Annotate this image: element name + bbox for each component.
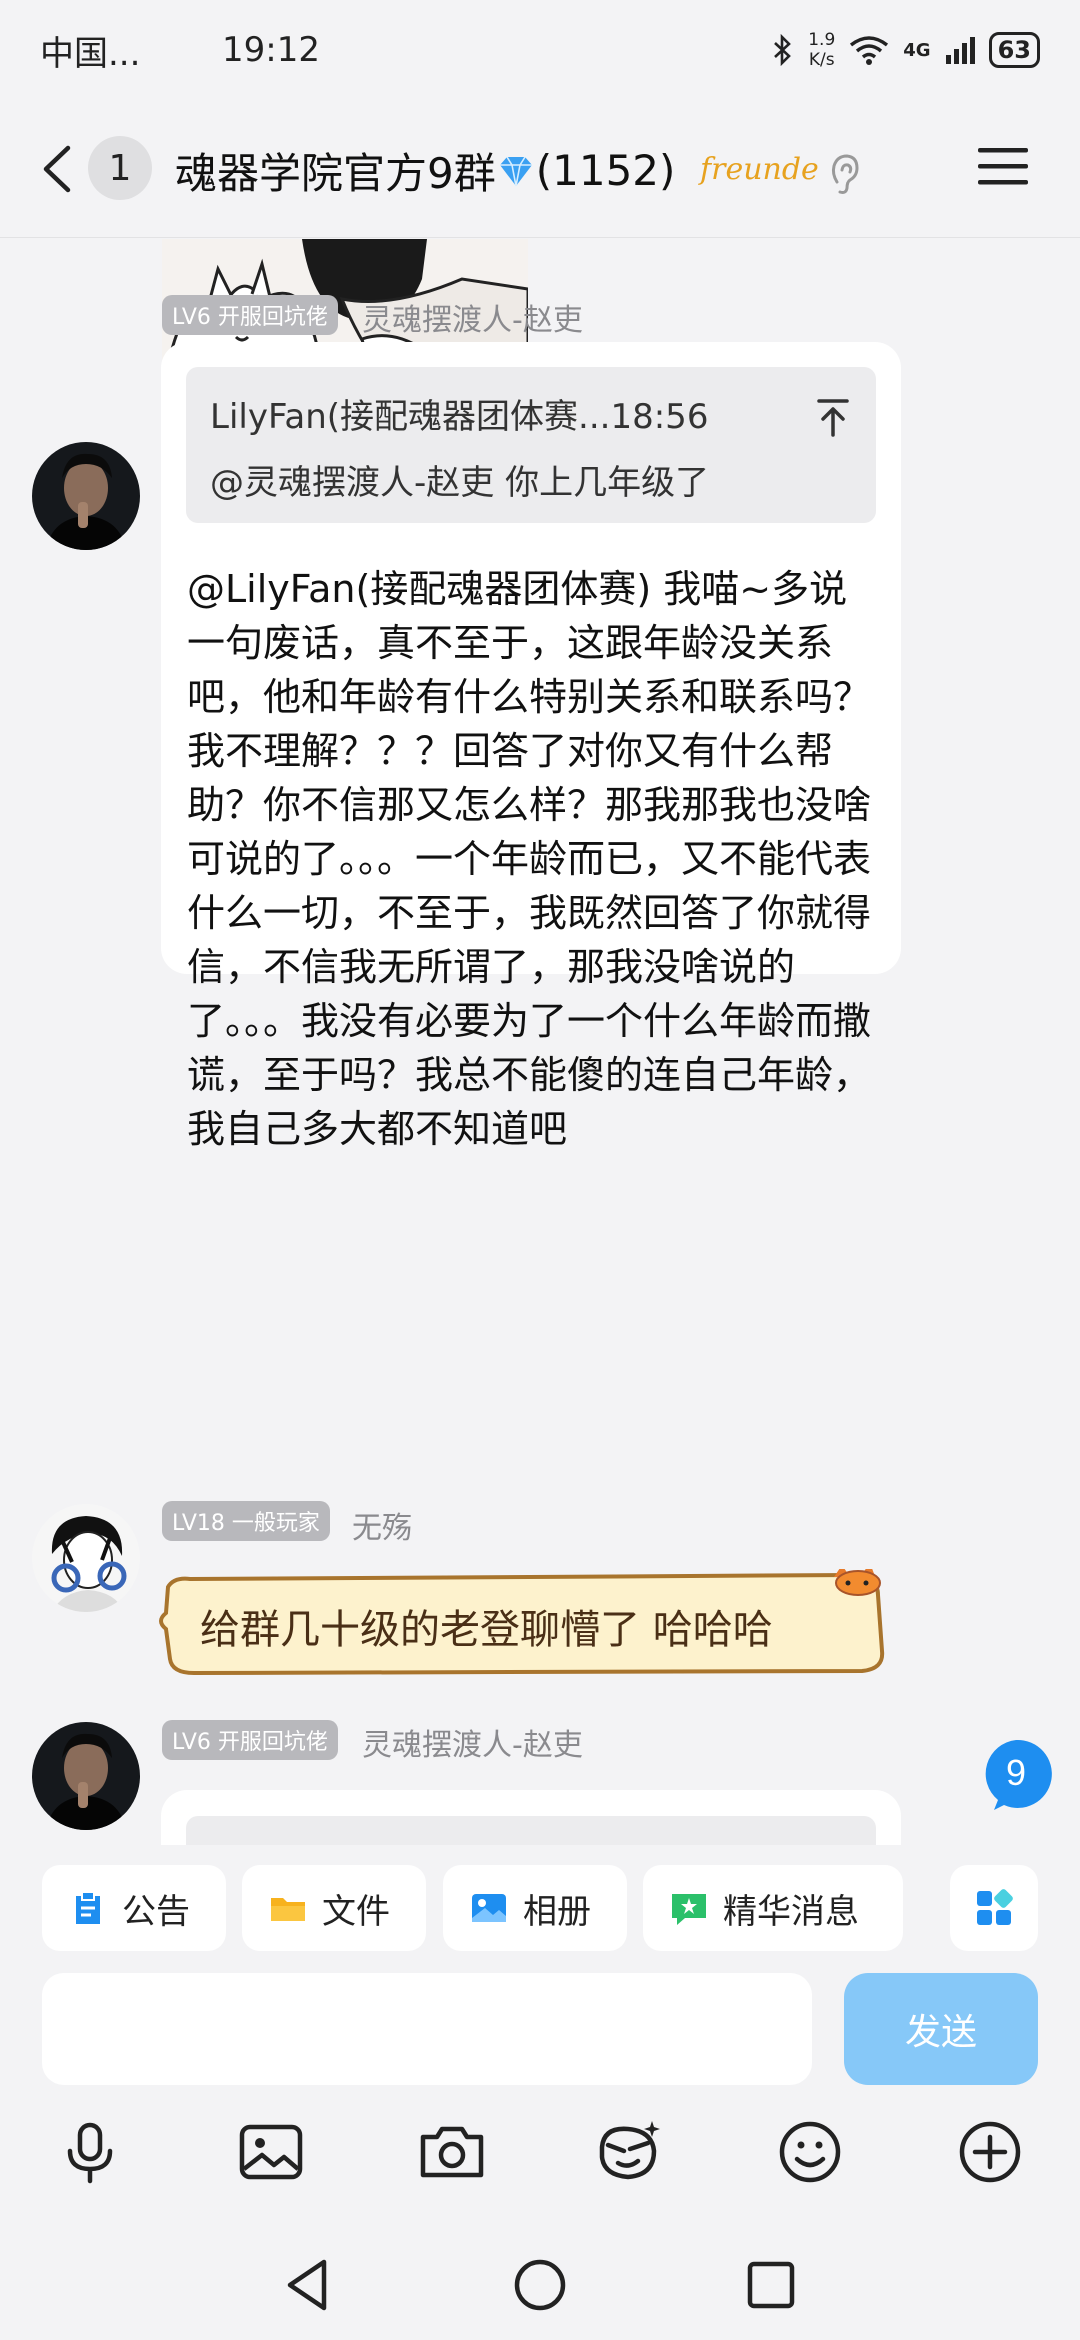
battery-indicator: 63 — [988, 32, 1040, 68]
quoted-message[interactable] — [186, 1816, 876, 1845]
quick-actions-bar: 公告 文件 相册 精华消息 — [0, 1845, 1080, 1965]
quick-action-album[interactable]: 相册 — [443, 1865, 627, 1951]
new-messages-count: 9 — [1006, 1752, 1026, 1793]
announcement-icon — [76, 1891, 100, 1924]
sticker-icon[interactable] — [594, 2117, 664, 2187]
message-bubble[interactable]: 给群几十级的老登聊懵了 哈哈哈 — [154, 1569, 890, 1677]
message-bubble[interactable] — [161, 1790, 901, 1845]
avatar-image — [32, 1504, 140, 1612]
quick-action-essence[interactable]: 精华消息 — [643, 1865, 903, 1951]
level-badge: LV6 开服回坑佬 — [162, 295, 338, 335]
quick-action-label: 精华消息 — [723, 1891, 859, 1932]
quick-action-label: 相册 — [523, 1891, 591, 1932]
sender-name[interactable]: 无殇 — [352, 1503, 412, 1547]
new-messages-badge[interactable]: 9 — [980, 1738, 1052, 1810]
sender-name[interactable]: 灵魂摆渡人-赵吏 — [362, 295, 583, 339]
ear-icon[interactable] — [828, 152, 862, 196]
quick-action-more[interactable] — [950, 1865, 1038, 1951]
essence-icon — [672, 1894, 706, 1925]
menu-icon[interactable] — [978, 146, 1028, 186]
unread-count-badge[interactable]: 1 — [88, 136, 152, 200]
signal-icon — [945, 37, 975, 64]
plus-icon[interactable] — [955, 2117, 1025, 2187]
member-count: (1152) — [535, 146, 676, 195]
quick-action-label: 文件 — [322, 1891, 390, 1932]
back-arrow-icon[interactable] — [36, 144, 86, 194]
nav-home-icon[interactable] — [511, 2256, 569, 2314]
network-speed: 1.9 K/s — [808, 30, 835, 70]
network-type: 4G — [903, 39, 931, 61]
group-name: 魂器学院官方9群 — [175, 149, 496, 198]
clock: 19:12 — [222, 30, 320, 70]
message-text: @LilyFan(接配魂器团体赛) 我喵~多说一句废话，真不至于，这跟年龄没关系… — [187, 567, 872, 1151]
composer: 发送 — [0, 1965, 1080, 2095]
send-button[interactable]: 发送 — [844, 1973, 1038, 2085]
composer-toolbar — [0, 2095, 1080, 2205]
status-icons: 1.9 K/s 4G 63 — [772, 30, 1040, 70]
chat-header: 1 魂器学院官方9群 (1152) freunde — [0, 100, 1080, 238]
jump-to-quote-icon[interactable] — [816, 397, 850, 437]
camera-icon[interactable] — [417, 2117, 487, 2187]
avatar[interactable] — [32, 1722, 140, 1830]
avatar-image — [32, 442, 140, 550]
message-list[interactable]: LV6 开服回坑佬 灵魂摆渡人-赵吏 LilyFan(接配魂器团体赛...18:… — [0, 239, 1080, 1845]
image-picker-icon[interactable] — [236, 2117, 306, 2187]
message-bubble[interactable]: LilyFan(接配魂器团体赛...18:56 @灵魂摆渡人-赵吏 你上几年级了… — [161, 342, 901, 1151]
diamond-icon — [499, 156, 532, 186]
message-text: 给群几十级的老登聊懵了 哈哈哈 — [200, 1607, 773, 1653]
system-navigation-bar — [0, 2230, 1080, 2340]
brand-tag: freunde — [700, 152, 819, 187]
sender-name[interactable]: 灵魂摆渡人-赵吏 — [362, 1720, 583, 1764]
album-icon — [472, 1894, 506, 1922]
quoted-message[interactable]: LilyFan(接配魂器团体赛...18:56 @灵魂摆渡人-赵吏 你上几年级了 — [186, 367, 876, 523]
apps-grid-icon — [977, 1889, 1013, 1925]
message-input[interactable] — [42, 1973, 812, 2085]
folder-icon — [271, 1898, 305, 1921]
carrier-name: 中国... — [40, 33, 141, 74]
quick-action-announcement[interactable]: 公告 — [42, 1865, 226, 1951]
quote-header: LilyFan(接配魂器团体赛...18:56 — [210, 397, 709, 437]
level-badge: LV18 一般玩家 — [162, 1501, 330, 1541]
nav-back-icon[interactable] — [280, 2256, 338, 2314]
level-badge: LV6 开服回坑佬 — [162, 1720, 338, 1760]
quick-action-files[interactable]: 文件 — [242, 1865, 426, 1951]
group-title[interactable]: 魂器学院官方9群 (1152) — [175, 140, 675, 201]
emoji-icon[interactable] — [775, 2117, 845, 2187]
network-speed-unit: K/s — [808, 50, 835, 70]
microphone-icon[interactable] — [55, 2117, 125, 2187]
network-speed-value: 1.9 — [808, 30, 836, 50]
nav-recents-icon[interactable] — [742, 2256, 800, 2314]
quote-text: @灵魂摆渡人-赵吏 你上几年级了 — [210, 463, 710, 503]
wifi-icon — [850, 36, 889, 65]
quick-action-label: 公告 — [122, 1891, 190, 1932]
status-bar: 中国... 19:12 1.9 K/s 4G 63 — [0, 0, 1080, 100]
bluetooth-icon — [774, 34, 792, 66]
avatar[interactable] — [32, 442, 140, 550]
avatar[interactable] — [32, 1504, 140, 1612]
avatar-image — [32, 1722, 140, 1830]
